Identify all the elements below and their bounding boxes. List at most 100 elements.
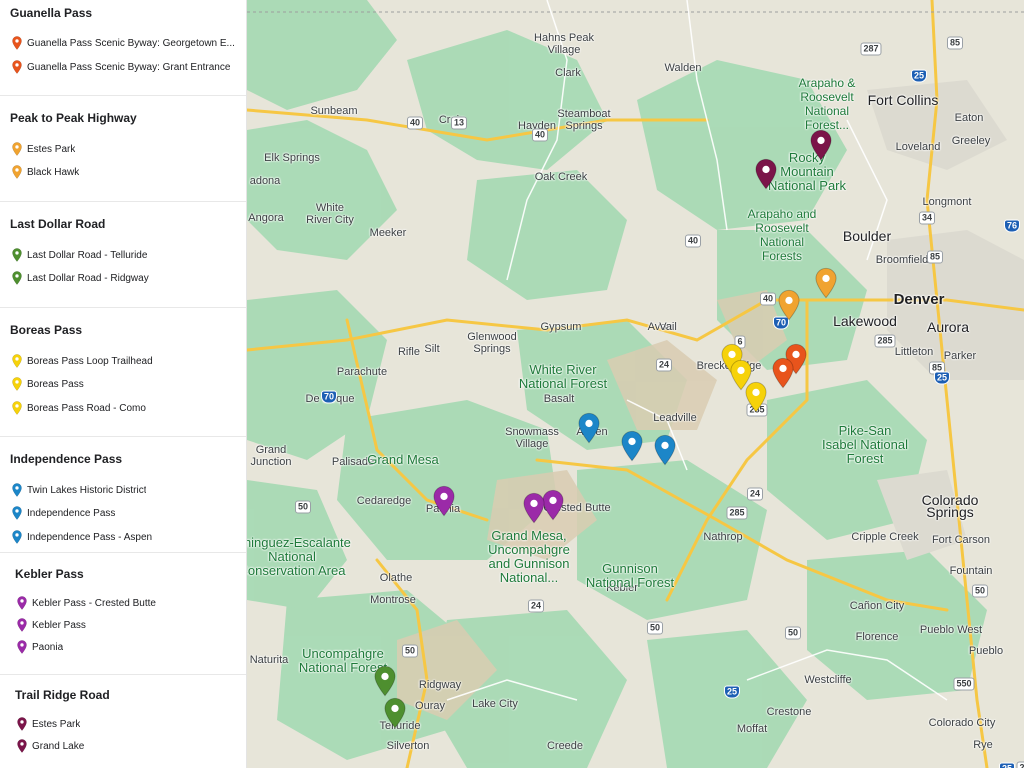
area-label: Grand Mesa, Uncompahgre and Gunnison Nat…	[488, 528, 570, 585]
legend-item[interactable]: Boreas Pass	[12, 376, 244, 392]
legend-item-label: Kebler Pass	[32, 619, 86, 631]
legend-item-label: Last Dollar Road - Telluride	[27, 249, 148, 261]
place-label: Eaton	[954, 112, 984, 124]
legend-divider	[0, 552, 246, 553]
road-shield: 285	[1016, 761, 1024, 768]
map-marker-pin-icon[interactable]	[772, 357, 794, 389]
place-label: Cripple Creek	[851, 531, 919, 543]
map-marker-pin-icon[interactable]	[384, 697, 406, 729]
map-pin-icon	[17, 596, 27, 610]
place-label: Cañon City	[849, 600, 905, 612]
road-shield: 25	[910, 69, 928, 83]
legend-item-label: Boreas Pass Road - Como	[27, 402, 146, 414]
legend-divider	[0, 95, 246, 96]
map-pin-icon	[12, 165, 22, 179]
map-pin-icon	[12, 506, 22, 520]
legend-item[interactable]: Guanella Pass Scenic Byway: Georgetown E…	[12, 35, 244, 51]
place-label: Denver	[893, 291, 945, 308]
legend-group-title[interactable]: Last Dollar Road	[10, 217, 105, 231]
place-label: Loveland	[895, 141, 941, 153]
area-label: Pike-San Isabel National Forest	[822, 423, 908, 466]
place-label: Nathrop	[703, 531, 743, 543]
legend-item[interactable]: Grand Lake	[17, 738, 246, 754]
road-shield: 25	[933, 371, 951, 385]
legend-item[interactable]: Paonia	[17, 639, 246, 655]
place-label: Parker	[943, 350, 977, 362]
road-shield: 24	[746, 487, 764, 501]
road-shield: 285	[874, 334, 896, 348]
map-marker-pin-icon[interactable]	[523, 492, 545, 524]
legend-item-label: Twin Lakes Historic District	[27, 484, 147, 496]
road-shield: 50	[784, 626, 802, 640]
place-label: White River City	[306, 202, 354, 226]
legend-item-label: Boreas Pass	[27, 378, 84, 390]
sidebar-legend: Guanella Pass Guanella Pass Scenic Byway:…	[0, 0, 247, 768]
legend-group-title[interactable]: Kebler Pass	[15, 567, 84, 581]
map-pin-icon	[17, 717, 27, 731]
legend-item[interactable]: Last Dollar Road - Ridgway	[12, 270, 244, 286]
area-label: Gunnison National Forest	[585, 561, 675, 590]
map-marker-pin-icon[interactable]	[433, 485, 455, 517]
place-label: Florence	[855, 631, 899, 643]
place-label: Broomfield	[875, 254, 929, 266]
legend-item[interactable]: Black Hawk	[12, 164, 244, 180]
road-shield: 50	[294, 500, 312, 514]
legend-item[interactable]: Estes Park	[12, 141, 244, 157]
map-marker-pin-icon[interactable]	[755, 158, 777, 190]
place-label: Vail	[659, 321, 677, 333]
legend-item-label: Black Hawk	[27, 166, 80, 178]
map-marker-pin-icon[interactable]	[621, 430, 643, 462]
legend-item[interactable]: Boreas Pass Loop Trailhead	[12, 353, 244, 369]
area-label: White River National Forest	[518, 362, 608, 391]
legend-item[interactable]: Boreas Pass Road - Como	[12, 400, 244, 416]
map-canvas[interactable]: Hahns Peak Village Clark Walden Steamboat S…	[247, 0, 1024, 768]
legend-group-title[interactable]: Guanella Pass	[10, 6, 92, 20]
map-marker-pin-icon[interactable]	[542, 489, 564, 521]
road-shield: 50	[646, 621, 664, 635]
map-marker-pin-icon[interactable]	[578, 412, 600, 444]
legend-item[interactable]: Last Dollar Road - Telluride	[12, 247, 244, 263]
legend-item[interactable]: Estes Park	[17, 716, 246, 732]
legend-group-title[interactable]: Boreas Pass	[10, 323, 82, 337]
map-pin-icon	[12, 271, 22, 285]
place-label: Leadville	[653, 412, 697, 424]
road-shield: 50	[401, 644, 419, 658]
legend-item-label: Independence Pass	[27, 507, 116, 519]
map-marker-pin-icon[interactable]	[815, 267, 837, 299]
road-shield: 34	[918, 211, 936, 225]
place-label: Silverton	[386, 740, 430, 752]
legend-item-label: Boreas Pass Loop Trailhead	[27, 355, 153, 367]
legend-item[interactable]: Twin Lakes Historic District	[12, 482, 244, 498]
map-marker-pin-icon[interactable]	[654, 434, 676, 466]
legend-group-title[interactable]: Peak to Peak Highway	[10, 111, 137, 125]
legend-item-label: Guanella Pass Scenic Byway: Grant Entran…	[27, 61, 231, 73]
place-label: Lake City	[472, 698, 518, 710]
road-shield: 25	[723, 685, 741, 699]
map-marker-pin-icon[interactable]	[810, 129, 832, 161]
place-label: Pueblo West	[919, 624, 983, 636]
map-marker-pin-icon[interactable]	[745, 381, 767, 413]
legend-item[interactable]: Independence Pass - Aspen	[12, 529, 244, 545]
place-label: Walden	[664, 62, 702, 74]
place-label: Elk Springs	[264, 152, 320, 164]
legend-divider	[0, 307, 246, 308]
map-marker-pin-icon[interactable]	[374, 665, 396, 697]
legend-divider	[0, 674, 246, 675]
place-label: Rye	[973, 739, 993, 751]
place-label: Grand Junction	[250, 444, 292, 468]
legend-item-label: Kebler Pass - Crested Butte	[32, 597, 156, 609]
legend-item[interactable]: Independence Pass	[12, 505, 244, 521]
legend-group-title[interactable]: Trail Ridge Road	[15, 688, 110, 702]
legend-item-label: Independence Pass - Aspen	[27, 531, 153, 543]
place-label: Snowmass Village	[505, 426, 559, 450]
place-label: Parachute	[336, 366, 388, 378]
legend-item[interactable]: Guanella Pass Scenic Byway: Grant Entran…	[12, 59, 244, 75]
legend-item[interactable]: Kebler Pass	[17, 617, 246, 633]
place-label: Clark	[555, 67, 581, 79]
place-label: adona	[249, 175, 281, 187]
place-label: Colorado City	[928, 717, 996, 729]
place-label: Aurora	[926, 319, 970, 335]
legend-item[interactable]: Kebler Pass - Crested Butte	[17, 595, 246, 611]
map-marker-pin-icon[interactable]	[778, 289, 800, 321]
legend-group-title[interactable]: Independence Pass	[10, 452, 122, 466]
